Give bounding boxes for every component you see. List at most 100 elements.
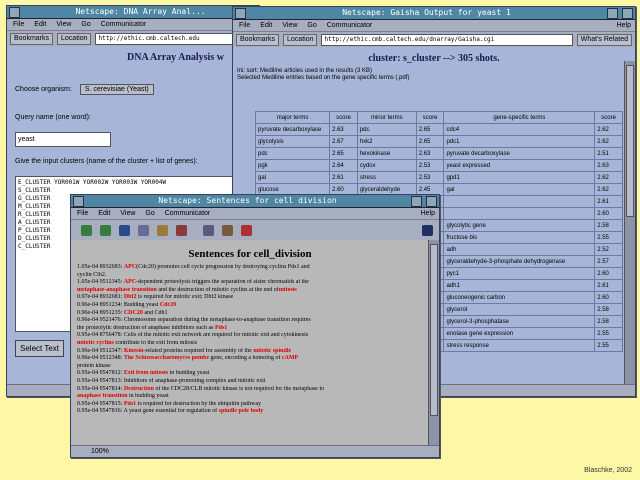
maximize-icon[interactable]: [622, 7, 633, 19]
forward-icon[interactable]: [100, 224, 111, 236]
sentence-text: gene, encoding a homolog of: [209, 355, 282, 362]
stop-icon[interactable]: [241, 224, 252, 236]
menu-help[interactable]: Help: [617, 22, 631, 29]
guide-icon[interactable]: [176, 224, 187, 236]
search-icon[interactable]: [157, 224, 168, 236]
table-cell: enolase gene expression: [443, 327, 596, 340]
table-header-row: major terms score minor terms score gene…: [254, 111, 623, 124]
table-cell: 2.65: [415, 123, 445, 136]
highlighted-term[interactable]: APC: [124, 264, 136, 270]
highlighted-term[interactable]: cAMP: [282, 355, 298, 361]
organism-select[interactable]: S. cerevisiae (Yeast): [79, 84, 154, 95]
reload-icon[interactable]: [119, 224, 130, 236]
sentence-text: (Cdc20) promotes cell cycle progression …: [136, 264, 310, 270]
query-label: Query name (one word):: [15, 114, 91, 121]
location-toolbar: Bookmarks Location http://ethic.cmb.calt…: [7, 31, 259, 47]
scrollbar-thumb[interactable]: [626, 65, 634, 217]
table-cell: 2.62: [594, 123, 623, 136]
window-menu-icon[interactable]: [73, 195, 84, 207]
menu-communicator[interactable]: Communicator: [165, 210, 211, 217]
table-cell: stress: [356, 171, 417, 184]
window-menu-icon[interactable]: [9, 6, 20, 18]
sentence-line: 0.95e-04 9547813: Inhibitors of anaphase…: [71, 378, 429, 386]
home-icon[interactable]: [138, 224, 149, 236]
window-menu-icon[interactable]: [235, 7, 246, 19]
print-icon[interactable]: [203, 224, 214, 236]
cluster-line: E_CLUSTER YOR001W YOR002W YOR003W YOR004…: [18, 179, 167, 186]
organism-label: Choose organism:: [15, 86, 72, 93]
title-bar[interactable]: Netscape: Gaisha Output for yeast 1: [233, 7, 635, 20]
highlighted-term[interactable]: metaphase-anaphase transition: [77, 287, 157, 293]
bookmarks-button[interactable]: Bookmarks: [10, 32, 54, 45]
sentence-text: is required for destruction by the ubiqu…: [136, 400, 262, 407]
highlighted-term[interactable]: Pds1: [215, 325, 227, 331]
table-row: pyruvate decarboxylase 2.63 pdc 2.65 cdc4 2.6…: [254, 123, 623, 136]
page-heading: cluster: s_cluster --> 305 shots.: [368, 53, 500, 64]
sentence-text: of the CDC28/CLB mitotic kinase is not r…: [153, 385, 325, 392]
col-score: score: [594, 111, 623, 124]
menu-go[interactable]: Go: [307, 22, 316, 29]
table-row: pdc 2.65 hexokinase 2.63 pyruvate decarboxyl…: [254, 147, 623, 160]
title-bar[interactable]: Netscape: DNA Array Anal...: [7, 6, 259, 19]
menu-communicator[interactable]: Communicator: [101, 21, 147, 28]
sentence-text: -dependent proteolysis triggers the sepa…: [136, 279, 309, 286]
table-cell: 2.60: [594, 291, 623, 304]
highlighted-term[interactable]: Pds1: [124, 401, 136, 407]
sentence-text: 0.95e-04 9547814:: [77, 385, 124, 392]
security-icon[interactable]: [222, 224, 233, 236]
sentence-list: 1.05e-04 8932683: APC(Cdc20) promotes ce…: [71, 264, 429, 416]
highlighted-term[interactable]: Kinesin: [124, 348, 144, 354]
menu-file[interactable]: File: [13, 21, 24, 28]
table-cell: 2.63: [594, 159, 623, 172]
sentence-text: A yeast gene essential for regulation of: [123, 408, 219, 415]
menu-view[interactable]: View: [282, 22, 297, 29]
menu-go[interactable]: Go: [145, 210, 154, 217]
highlighted-term[interactable]: The Schizosaccharomyces pombe: [124, 355, 209, 361]
menu-edit[interactable]: Edit: [98, 210, 110, 217]
clusters-label: Give the input clusters (name of the clu…: [15, 158, 198, 165]
navigation-toolbar: [71, 220, 439, 241]
scrollbar-thumb[interactable]: [430, 244, 438, 416]
highlighted-term[interactable]: mitotic cyclins: [77, 340, 114, 346]
table-cell: pyruvate decarboxylase: [443, 147, 596, 160]
menu-go[interactable]: Go: [81, 21, 90, 28]
menu-view[interactable]: View: [120, 210, 135, 217]
menu-file[interactable]: File: [239, 22, 250, 29]
highlighted-term[interactable]: CDC20: [124, 310, 143, 316]
menu-edit[interactable]: Edit: [34, 21, 46, 28]
menu-communicator[interactable]: Communicator: [327, 22, 373, 29]
bookmarks-button[interactable]: Bookmarks: [236, 33, 280, 46]
credit-text: Blaschke, 2002: [584, 467, 632, 474]
title-bar[interactable]: Netscape: Sentences for cell division: [71, 195, 439, 208]
highlighted-term[interactable]: spindle pole body: [219, 408, 264, 414]
menu-edit[interactable]: Edit: [260, 22, 272, 29]
highlighted-term[interactable]: mitotic spindle: [253, 348, 291, 354]
table-cell: 2.58: [594, 315, 623, 328]
back-icon[interactable]: [81, 224, 92, 236]
location-label: Location: [57, 32, 92, 45]
highlighted-term[interactable]: Cdc20: [160, 302, 176, 308]
query-input[interactable]: yeast: [15, 132, 111, 147]
info-link[interactable]: Selected Mediline entries based on the g…: [237, 75, 635, 81]
highlighted-term[interactable]: APC: [124, 279, 136, 285]
menu-view[interactable]: View: [56, 21, 71, 28]
minimize-icon[interactable]: [607, 7, 618, 19]
vertical-scrollbar[interactable]: [428, 240, 439, 445]
highlighted-term[interactable]: Exit from mitosis: [124, 370, 168, 376]
menu-file[interactable]: File: [77, 210, 88, 217]
table-cell: 2.53: [415, 159, 445, 172]
table-cell: 2.61: [329, 171, 358, 184]
highlighted-term[interactable]: anaphase transition: [77, 393, 128, 399]
highlighted-term[interactable]: Destruction: [124, 386, 154, 392]
whats-related-button[interactable]: What's Related: [576, 33, 632, 46]
highlighted-term[interactable]: mitosis: [279, 287, 297, 293]
maximize-icon[interactable]: [426, 195, 437, 207]
menu-help[interactable]: Help: [421, 210, 435, 217]
vertical-scrollbar[interactable]: [624, 61, 635, 384]
location-label: Location: [283, 33, 318, 46]
url-field[interactable]: http://ethic.cmb.caltech.edu/dnarray/Gai…: [321, 33, 573, 46]
table-cell: 2.63: [415, 147, 445, 160]
select-text-button[interactable]: Select Text: [15, 340, 64, 357]
minimize-icon[interactable]: [411, 195, 422, 207]
highlighted-term[interactable]: Dbf2: [124, 294, 137, 300]
